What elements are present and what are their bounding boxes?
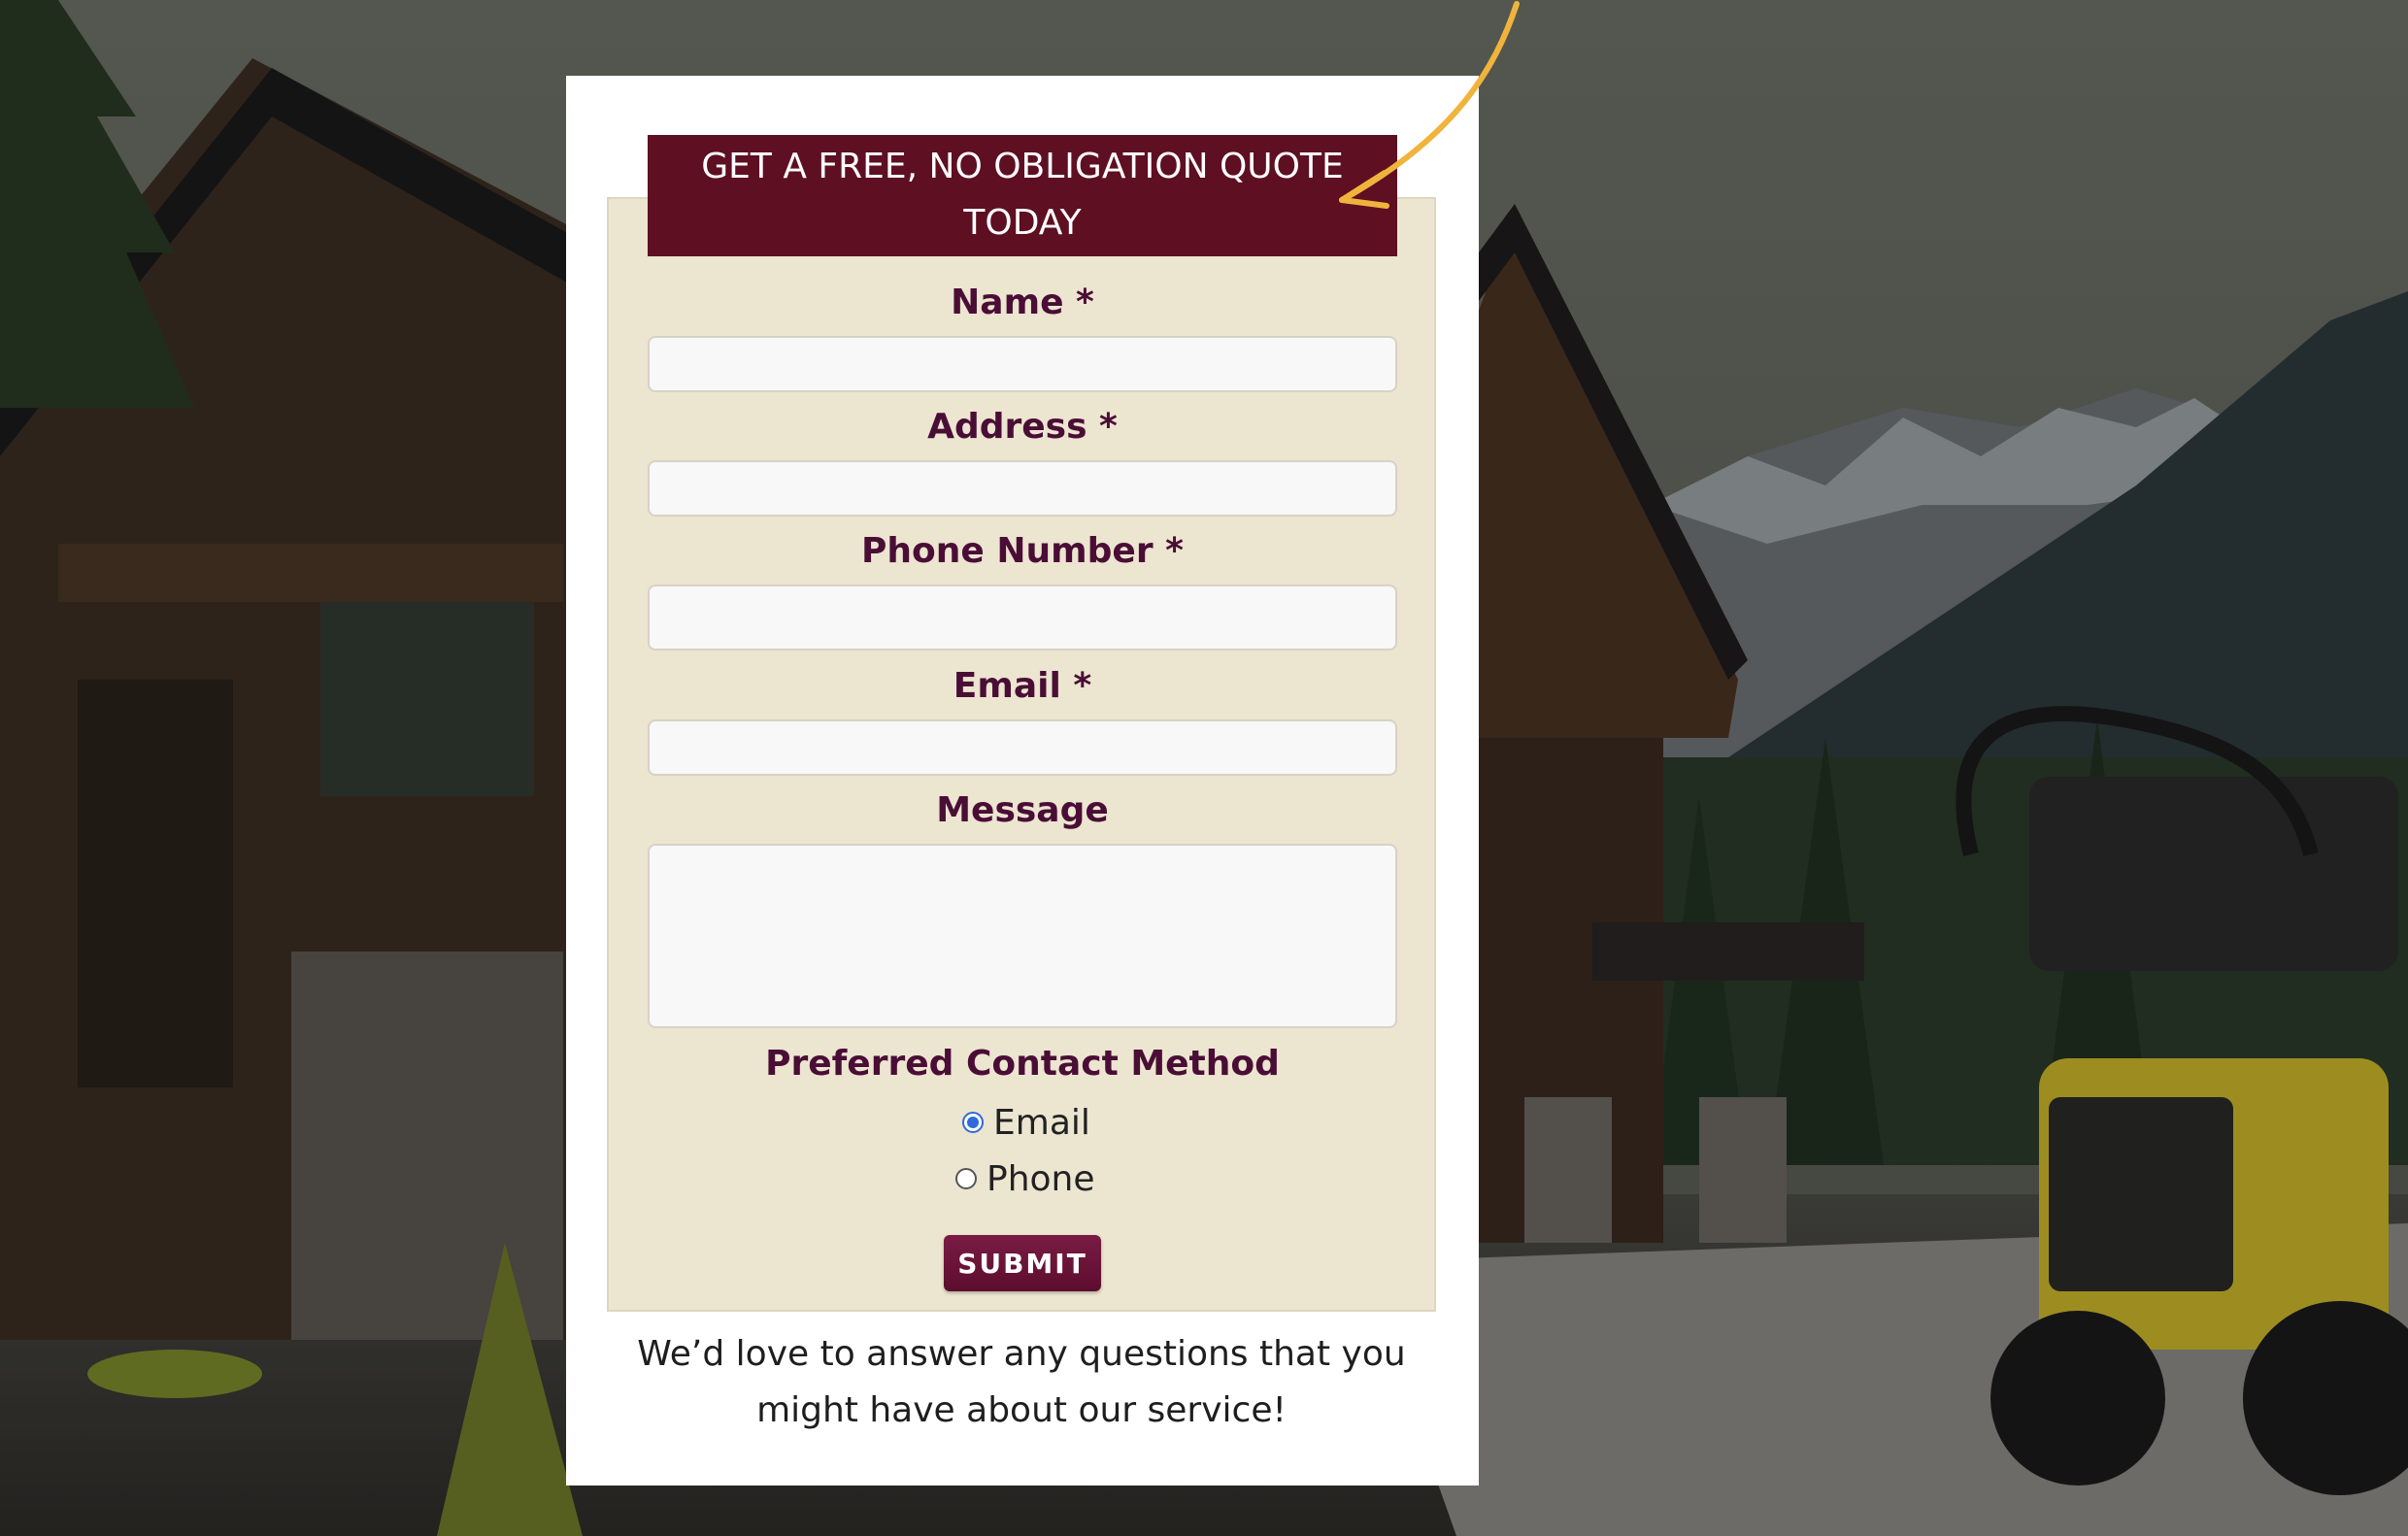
contact-option-email[interactable]: Email	[962, 1101, 1090, 1144]
address-label: Address *	[927, 407, 1118, 447]
email-radio-label: Email	[993, 1102, 1090, 1143]
quote-card: GET A FREE, NO OBLIGATION QUOTE TODAY Na…	[566, 76, 1479, 1486]
message-label: Message	[936, 790, 1109, 830]
contact-method-label: Preferred Contact Method	[765, 1044, 1280, 1084]
email-radio[interactable]	[962, 1112, 984, 1133]
curved-arrow-icon	[1339, 1, 1520, 209]
phone-radio-label: Phone	[987, 1158, 1095, 1199]
name-field[interactable]	[648, 336, 1397, 392]
message-field[interactable]	[648, 844, 1397, 1028]
name-label: Name *	[951, 283, 1094, 322]
phone-label: Phone Number *	[861, 531, 1184, 571]
quote-banner: GET A FREE, NO OBLIGATION QUOTE TODAY	[648, 135, 1397, 256]
contact-option-phone[interactable]: Phone	[955, 1157, 1095, 1200]
phone-field[interactable]	[648, 584, 1397, 651]
footer-message: We’d love to answer any questions that y…	[637, 1334, 1406, 1430]
email-field[interactable]	[648, 719, 1397, 776]
submit-button[interactable]: SUBMIT	[944, 1235, 1101, 1291]
address-field[interactable]	[648, 460, 1397, 517]
email-label: Email *	[953, 666, 1092, 706]
phone-radio[interactable]	[955, 1168, 977, 1189]
